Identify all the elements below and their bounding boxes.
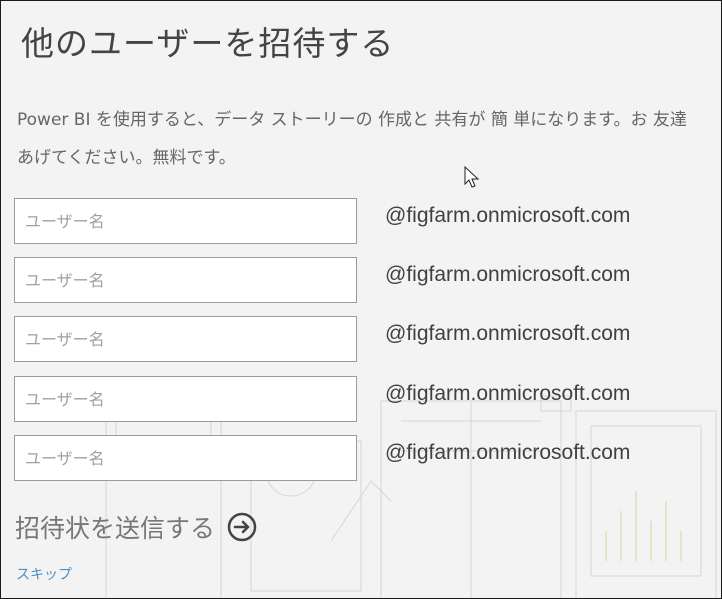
domain-suffix: @figfarm.onmicrosoft.com xyxy=(385,322,631,345)
invite-row: @figfarm.onmicrosoft.com xyxy=(14,198,721,246)
dialog-description: Power BI を使用すると、データ ストーリーの 作成と 共有が 簡 単にな… xyxy=(17,110,687,168)
invite-row: @figfarm.onmicrosoft.com xyxy=(14,257,721,305)
domain-suffix: @figfarm.onmicrosoft.com xyxy=(385,263,631,286)
username-input[interactable] xyxy=(14,257,357,303)
domain-suffix: @figfarm.onmicrosoft.com xyxy=(385,204,631,227)
send-invitations-button[interactable] xyxy=(227,512,257,542)
username-input[interactable] xyxy=(14,316,357,362)
mouse-pointer-icon xyxy=(464,166,480,188)
username-input[interactable] xyxy=(14,376,357,422)
arrow-right-circle-icon xyxy=(227,512,257,542)
dialog-title: 他のユーザーを招待する xyxy=(21,24,395,63)
invite-dialog: 他のユーザーを招待する Power BI を使用すると、データ ストーリーの 作… xyxy=(0,0,722,599)
send-invitations-label: 招待状を送信する xyxy=(15,514,216,543)
send-invitations: 招待状を送信する xyxy=(15,509,257,545)
domain-suffix: @figfarm.onmicrosoft.com xyxy=(385,441,631,464)
invite-row: @figfarm.onmicrosoft.com xyxy=(14,435,721,483)
invite-row: @figfarm.onmicrosoft.com xyxy=(14,376,721,424)
username-input[interactable] xyxy=(14,435,357,481)
skip-link[interactable]: スキップ xyxy=(16,564,72,584)
domain-suffix: @figfarm.onmicrosoft.com xyxy=(385,382,631,405)
username-input[interactable] xyxy=(14,198,357,244)
invite-row: @figfarm.onmicrosoft.com xyxy=(14,316,721,364)
